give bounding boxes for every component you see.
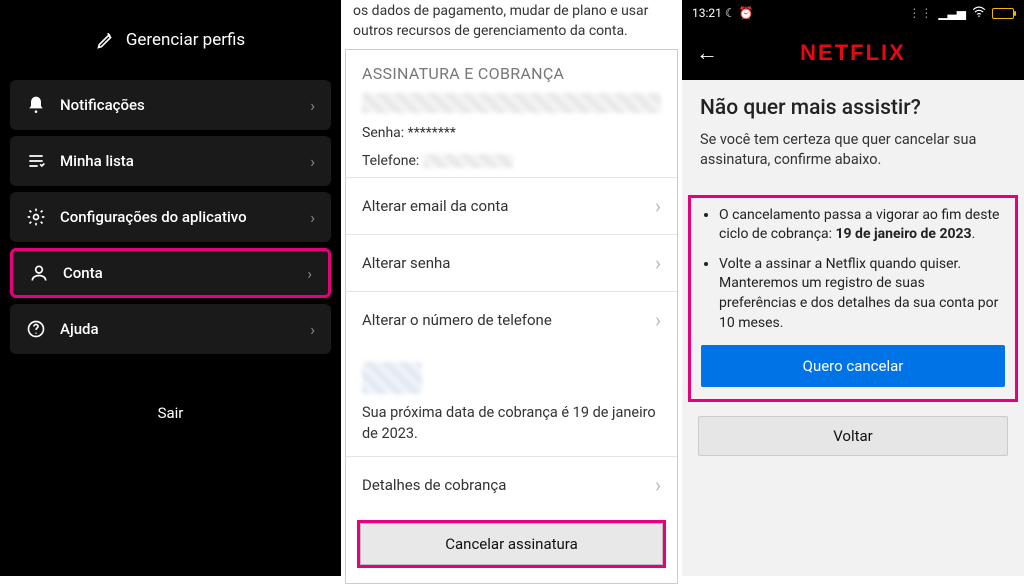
row-change-password[interactable]: Alterar senha ›	[346, 234, 677, 291]
cancel-subscription-button[interactable]: Cancelar assinatura	[360, 523, 663, 565]
chevron-right-icon: ›	[655, 308, 661, 332]
row-change-phone[interactable]: Alterar o número de telefone ›	[346, 291, 677, 348]
chevron-right-icon: ›	[655, 194, 661, 218]
menu-item-appsettings[interactable]: Configurações do aplicativo ›	[10, 192, 331, 242]
confirm-cancel-button[interactable]: Quero cancelar	[701, 345, 1005, 387]
wifi-icon	[972, 6, 986, 20]
chevron-right-icon: ›	[310, 96, 315, 115]
bluetooth-icon: ⋮⋮	[908, 6, 932, 20]
section-title: ASSINATURA E COBRANÇA	[346, 50, 677, 93]
help-icon	[26, 319, 46, 339]
pencil-icon	[96, 30, 116, 50]
bullet-text: .	[972, 226, 976, 242]
billing-note: Sua próxima data de cobrança é 19 de jan…	[346, 398, 677, 456]
row-change-email[interactable]: Alterar email da conta ›	[346, 177, 677, 234]
chevron-right-icon: ›	[310, 320, 315, 339]
chevron-right-icon: ›	[307, 264, 312, 283]
list-icon	[26, 151, 46, 171]
redacted-phone	[423, 154, 513, 168]
highlight-box: O cancelamento passa a vigorar ao fim de…	[688, 195, 1018, 403]
person-icon	[29, 263, 49, 283]
settings-panel: Gerenciar perfis Notificações › Minha li…	[0, 0, 341, 576]
page-subtitle: Se você tem certeza que quer cancelar su…	[700, 130, 1006, 171]
menu-label: Conta	[63, 264, 307, 282]
confirm-cancel-panel: 13:21 ☾ ⏰ ⋮⋮ ▁▃▅ ← NETFLIX Não quer mais…	[682, 0, 1024, 576]
menu-label: Configurações do aplicativo	[60, 208, 310, 226]
bullet-resubscribe: Volte a assinar a Netflix quando quiser.…	[719, 255, 1005, 333]
password-value: ********	[408, 125, 456, 141]
status-left: 13:21 ☾ ⏰	[692, 6, 754, 20]
menu-item-notifications[interactable]: Notificações ›	[10, 80, 331, 130]
bell-icon	[26, 95, 46, 115]
chevron-right-icon: ›	[655, 251, 661, 275]
bullet-date: 19 de janeiro de 2023	[836, 226, 972, 242]
header-label: Gerenciar perfis	[126, 30, 245, 50]
row-label: Detalhes de cobrança	[362, 476, 655, 494]
phone-field: Telefone:	[346, 149, 677, 177]
logout-button[interactable]: Sair	[10, 404, 331, 422]
status-right: ⋮⋮ ▁▃▅	[908, 6, 1014, 20]
chevron-right-icon: ›	[310, 152, 315, 171]
menu-label: Notificações	[60, 96, 310, 114]
signal-icon: ▁▃▅	[938, 6, 966, 20]
menu-item-account[interactable]: Conta ›	[10, 248, 331, 298]
row-label: Alterar email da conta	[362, 197, 655, 215]
page-title: Não quer mais assistir?	[700, 96, 1006, 120]
alarm-icon: ⏰	[739, 6, 754, 20]
bullet-cycle-end: O cancelamento passa a vigorar ao fim de…	[719, 206, 1005, 245]
menu-label: Ajuda	[60, 320, 310, 338]
row-label: Alterar o número de telefone	[362, 311, 655, 329]
moon-icon: ☾	[725, 6, 739, 20]
password-label: Senha:	[362, 125, 408, 141]
account-panel: os dados de pagamento, mudar de plano e …	[341, 0, 682, 576]
phone-label: Telefone:	[362, 153, 423, 169]
netflix-logo: NETFLIX	[800, 40, 906, 66]
intro-text: os dados de pagamento, mudar de plano e …	[341, 0, 682, 47]
go-back-button[interactable]: Voltar	[698, 416, 1008, 456]
gear-icon	[26, 207, 46, 227]
row-billing-details[interactable]: Detalhes de cobrança ›	[346, 456, 677, 513]
menu-item-mylist[interactable]: Minha lista ›	[10, 136, 331, 186]
redacted-card-logo	[362, 362, 422, 394]
row-label: Alterar senha	[362, 254, 655, 272]
chevron-right-icon: ›	[655, 473, 661, 497]
chevron-right-icon: ›	[310, 208, 315, 227]
menu-item-help[interactable]: Ajuda ›	[10, 304, 331, 354]
battery-icon	[992, 8, 1014, 19]
menu-label: Minha lista	[60, 152, 310, 170]
manage-profiles-header[interactable]: Gerenciar perfis	[10, 10, 331, 70]
back-arrow-icon[interactable]: ←	[696, 40, 718, 66]
status-bar: 13:21 ☾ ⏰ ⋮⋮ ▁▃▅	[682, 0, 1024, 26]
top-bar: ← NETFLIX	[682, 26, 1024, 80]
redacted-email	[362, 93, 661, 113]
password-field: Senha: ********	[346, 121, 677, 149]
status-time: 13:21	[692, 6, 722, 20]
account-box: ASSINATURA E COBRANÇA Senha: ******** Te…	[345, 49, 678, 584]
